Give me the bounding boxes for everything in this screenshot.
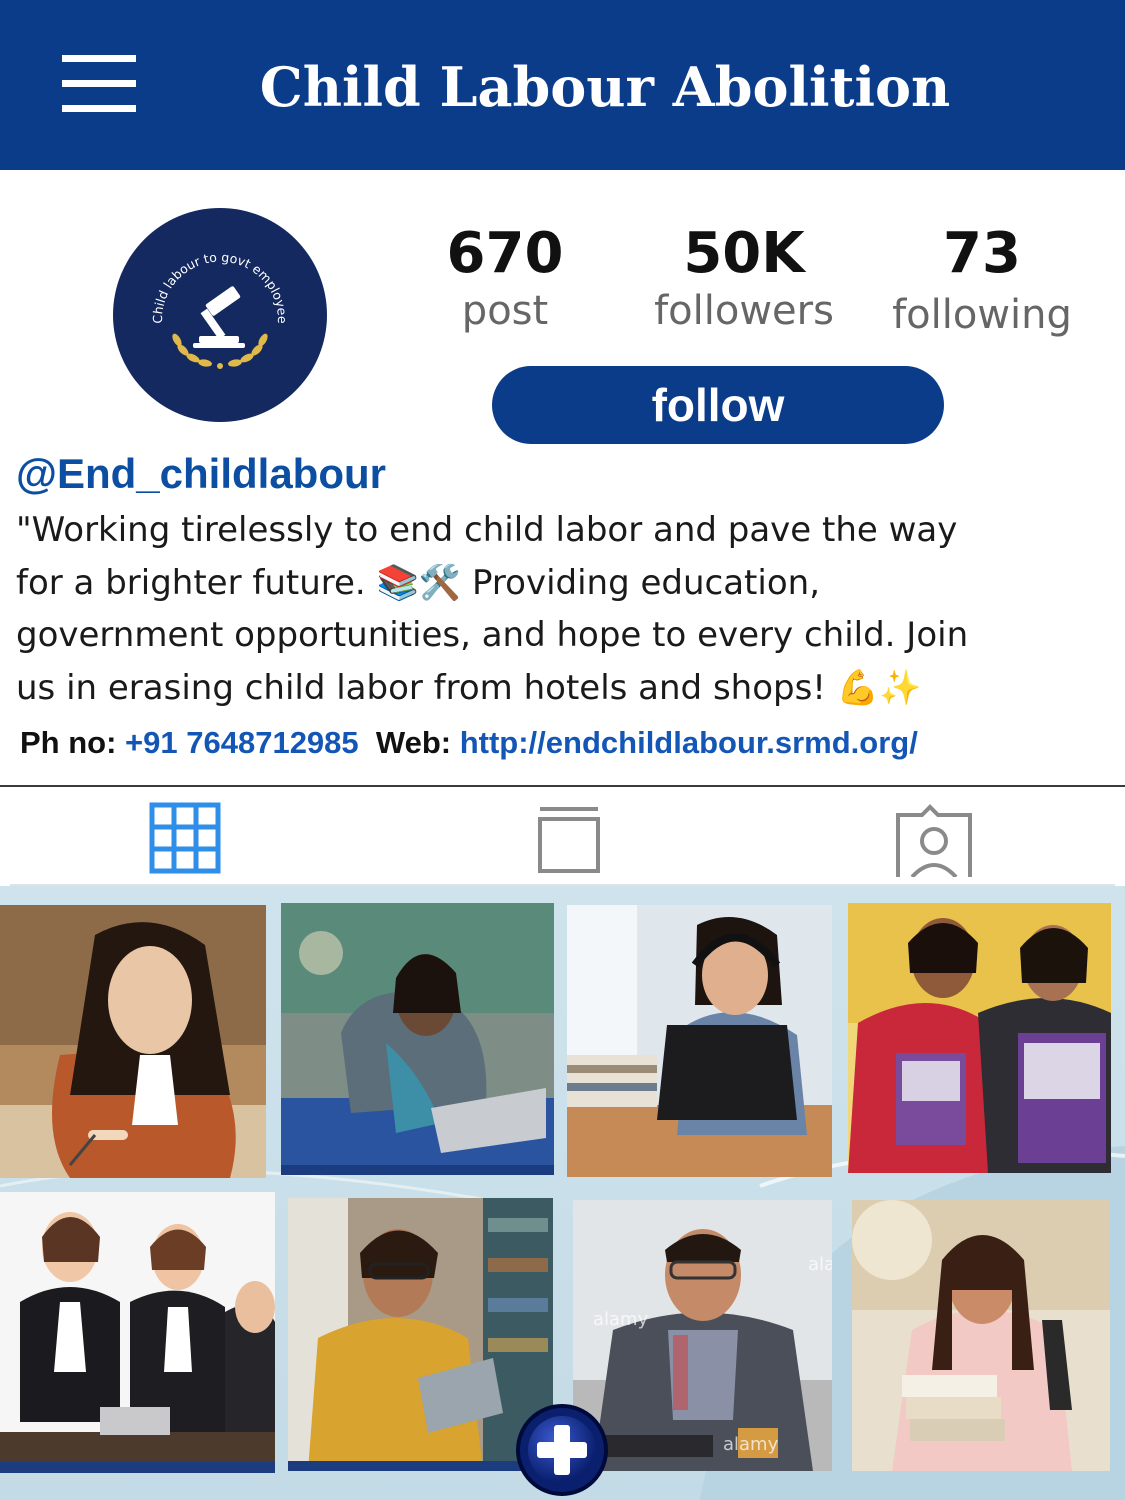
- app-header: Child Labour Abolition: [0, 0, 1125, 170]
- web-label: Web:: [375, 725, 452, 760]
- stat-posts[interactable]: 670 post: [410, 222, 600, 336]
- bio-line: government opportunities, and hope to ev…: [16, 615, 969, 655]
- web-link[interactable]: http://endchildlabour.srmd.org/: [460, 725, 918, 760]
- following-count: 73: [943, 221, 1021, 286]
- tab-bar: [10, 787, 1115, 886]
- following-label: following: [892, 292, 1072, 338]
- contact-line: Ph no: +91 7648712985 Web: http://endchi…: [20, 722, 918, 764]
- username[interactable]: @End_childlabour: [16, 448, 386, 500]
- post-thumbnail[interactable]: [0, 1192, 275, 1473]
- bio-line: us in erasing child labor from hotels an…: [16, 667, 922, 708]
- tab-feed[interactable]: [520, 797, 600, 883]
- avatar-text: Child labour to govt employee: [150, 250, 290, 324]
- post-thumbnail[interactable]: [567, 905, 832, 1177]
- tab-tagged[interactable]: [894, 797, 974, 883]
- post-thumbnail[interactable]: [0, 905, 266, 1178]
- hamburger-menu-icon[interactable]: [62, 55, 136, 113]
- svg-text:Child labour to govt employee: Child labour to govt employee: [150, 250, 290, 324]
- post-thumbnail[interactable]: [848, 903, 1111, 1173]
- post-thumbnail[interactable]: [852, 1200, 1110, 1471]
- add-post-button[interactable]: [516, 1404, 608, 1496]
- post-thumbnail[interactable]: [288, 1198, 553, 1471]
- avatar[interactable]: Child labour to govt employee: [113, 208, 327, 422]
- tagged-person-icon: [896, 804, 972, 883]
- gavel-icon: [193, 286, 245, 348]
- plus-icon: [537, 1425, 587, 1475]
- posts-count: 670: [446, 221, 564, 286]
- feed-icon: [538, 807, 600, 883]
- post-thumbnail[interactable]: ala alamy alamy: [573, 1200, 832, 1471]
- bio: "Working tirelessly to end child labor a…: [16, 504, 1096, 714]
- watermark: ala: [808, 1254, 832, 1275]
- phone-label: Ph no:: [20, 725, 117, 760]
- bio-line: for a brighter future. 📚🛠️ Providing edu…: [16, 562, 820, 603]
- follow-button[interactable]: follow: [492, 366, 944, 444]
- stat-following[interactable]: 73 following: [892, 222, 1072, 340]
- watermark: alamy: [723, 1434, 779, 1455]
- posts-label: post: [461, 288, 549, 334]
- followers-count: 50K: [683, 221, 805, 286]
- page-title: Child Labour Abolition: [259, 55, 951, 119]
- followers-label: followers: [654, 288, 834, 334]
- watermark: alamy: [593, 1309, 649, 1330]
- tab-grid[interactable]: [148, 797, 228, 877]
- stat-followers[interactable]: 50K followers: [630, 222, 858, 336]
- post-thumbnail[interactable]: [281, 903, 554, 1175]
- phone-link[interactable]: +91 7648712985: [125, 725, 359, 760]
- bio-line: "Working tirelessly to end child labor a…: [16, 510, 958, 550]
- grid-icon: [149, 802, 221, 874]
